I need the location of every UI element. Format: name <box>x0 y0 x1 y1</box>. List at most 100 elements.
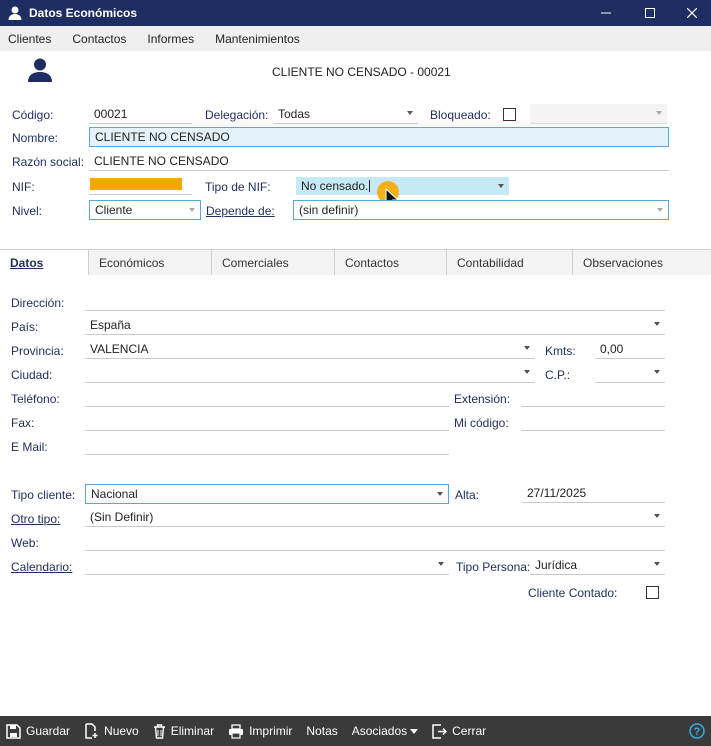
codigo-field[interactable]: 00021 <box>89 104 192 124</box>
nuevo-button[interactable]: Nuevo <box>84 723 139 739</box>
mi-codigo-field[interactable] <box>521 411 665 431</box>
save-icon <box>6 723 21 739</box>
menu-mantenimientos[interactable]: Mantenimientos <box>215 32 300 46</box>
codigo-label: Código: <box>12 108 54 122</box>
telefono-field[interactable] <box>85 387 449 407</box>
menu-contactos[interactable]: Contactos <box>72 32 126 46</box>
depende-de-select[interactable]: (sin definir) <box>293 200 669 220</box>
window-titlebar: Datos Económicos <box>0 0 711 26</box>
direccion-field[interactable] <box>85 291 665 311</box>
nivel-select[interactable]: Cliente <box>89 200 201 220</box>
tipo-cliente-select[interactable]: Nacional <box>85 484 449 504</box>
email-field[interactable] <box>85 435 449 455</box>
close-button[interactable] <box>670 0 711 26</box>
cliente-contado-label: Cliente Contado: <box>528 586 618 600</box>
svg-text:?: ? <box>694 726 701 738</box>
alta-label: Alta: <box>455 488 480 502</box>
guardar-label: Guardar <box>26 724 71 738</box>
chevron-down-icon <box>654 514 660 518</box>
delegacion-select[interactable]: Todas <box>273 104 418 124</box>
fax-field[interactable] <box>85 411 449 431</box>
otro-tipo-link[interactable]: Otro tipo: <box>11 512 60 526</box>
chevron-down-icon <box>524 370 530 374</box>
window-title: Datos Económicos <box>29 6 138 20</box>
delegacion-label: Delegación: <box>205 108 269 122</box>
text-caret <box>369 180 371 192</box>
mi-codigo-label: Mi código: <box>454 416 509 430</box>
notas-label: Notas <box>306 724 338 738</box>
tab-contabilidad[interactable]: Contabilidad <box>446 250 572 275</box>
razon-social-value: CLIENTE NO CENSADO <box>94 153 229 168</box>
web-field[interactable] <box>85 531 665 551</box>
cerrar-button[interactable]: Cerrar <box>432 723 487 739</box>
chevron-down-icon <box>657 208 663 212</box>
pais-select[interactable]: España <box>85 315 665 335</box>
tipo-persona-value: Jurídica <box>535 557 578 572</box>
close-icon <box>687 8 697 18</box>
tab-contactos[interactable]: Contactos <box>334 250 446 275</box>
help-icon[interactable]: ? <box>689 723 705 739</box>
maximize-button[interactable] <box>628 0 672 26</box>
tab-observaciones[interactable]: Observaciones <box>572 250 711 275</box>
eliminar-button[interactable]: Eliminar <box>153 723 215 739</box>
tipo-nif-label: Tipo de NIF: <box>205 180 271 194</box>
menu-clientes[interactable]: Clientes <box>8 32 51 46</box>
extension-label: Extensión: <box>454 392 511 406</box>
guardar-button[interactable]: Guardar <box>6 723 71 739</box>
cp-select[interactable] <box>595 363 665 383</box>
menu-informes[interactable]: Informes <box>147 32 194 46</box>
notas-button[interactable]: Notas <box>306 724 337 738</box>
cliente-contado-checkbox[interactable] <box>646 586 659 599</box>
imprimir-label: Imprimir <box>249 724 293 738</box>
menu-bar: Clientes Contactos Informes Mantenimient… <box>0 26 711 51</box>
footer-toolbar: Guardar Nuevo Eliminar Imprimir Notas As… <box>0 716 711 746</box>
chevron-down-icon <box>407 111 413 115</box>
depende-de-link[interactable]: Depende de: <box>206 204 275 218</box>
tab-economicos[interactable]: Económicos <box>88 250 211 275</box>
nivel-label: Nivel: <box>12 204 43 218</box>
nivel-value: Cliente <box>95 203 133 217</box>
razon-social-field[interactable]: CLIENTE NO CENSADO <box>89 151 669 171</box>
cerrar-label: Cerrar <box>452 724 487 738</box>
extension-field[interactable] <box>521 387 665 407</box>
fax-label: Fax: <box>11 416 35 430</box>
email-label: E Mail: <box>11 440 48 454</box>
minimize-icon <box>601 12 611 14</box>
calendario-select[interactable] <box>85 555 449 575</box>
pais-label: País: <box>11 320 39 334</box>
new-document-icon <box>85 723 98 739</box>
chevron-down-icon <box>498 184 504 188</box>
tab-bar: Datos Económicos Comerciales Contactos C… <box>0 249 711 275</box>
alta-value: 27/11/2025 <box>527 485 587 500</box>
tipo-cliente-label: Tipo cliente: <box>11 488 76 502</box>
asociados-menu-button[interactable]: Asociados <box>351 724 419 738</box>
user-icon <box>8 6 22 20</box>
page-title: CLIENTE NO CENSADO - 00021 <box>272 65 451 79</box>
kmts-field[interactable]: 0,00 <box>595 339 665 359</box>
minimize-button[interactable] <box>584 0 628 26</box>
nif-underline <box>89 175 192 195</box>
bloqueado-checkbox[interactable] <box>503 108 516 121</box>
delegacion-value: Todas <box>278 106 311 121</box>
nif-label: NIF: <box>12 180 35 194</box>
alta-field[interactable]: 27/11/2025 <box>522 483 665 503</box>
calendario-link[interactable]: Calendario: <box>11 560 72 574</box>
web-label: Web: <box>11 536 39 550</box>
provincia-select[interactable]: VALENCIA <box>85 339 535 359</box>
asociados-label: Asociados <box>351 724 408 738</box>
tab-datos[interactable]: Datos <box>0 250 88 275</box>
chevron-down-icon <box>410 728 419 734</box>
depende-de-value: (sin definir) <box>299 203 359 217</box>
chevron-down-icon <box>654 562 660 566</box>
bloqueado-reason-select[interactable] <box>530 104 667 124</box>
nombre-field[interactable]: CLIENTE NO CENSADO <box>89 127 669 147</box>
ciudad-select[interactable] <box>85 363 535 383</box>
tab-comerciales[interactable]: Comerciales <box>211 250 334 275</box>
imprimir-button[interactable]: Imprimir <box>228 723 293 739</box>
eliminar-label: Eliminar <box>170 724 215 738</box>
kmts-value: 0,00 <box>600 341 624 356</box>
otro-tipo-select[interactable]: (Sin Definir) <box>85 507 665 527</box>
maximize-icon <box>645 8 655 18</box>
tipo-persona-select[interactable]: Jurídica <box>530 555 665 575</box>
provincia-label: Provincia: <box>11 344 64 358</box>
